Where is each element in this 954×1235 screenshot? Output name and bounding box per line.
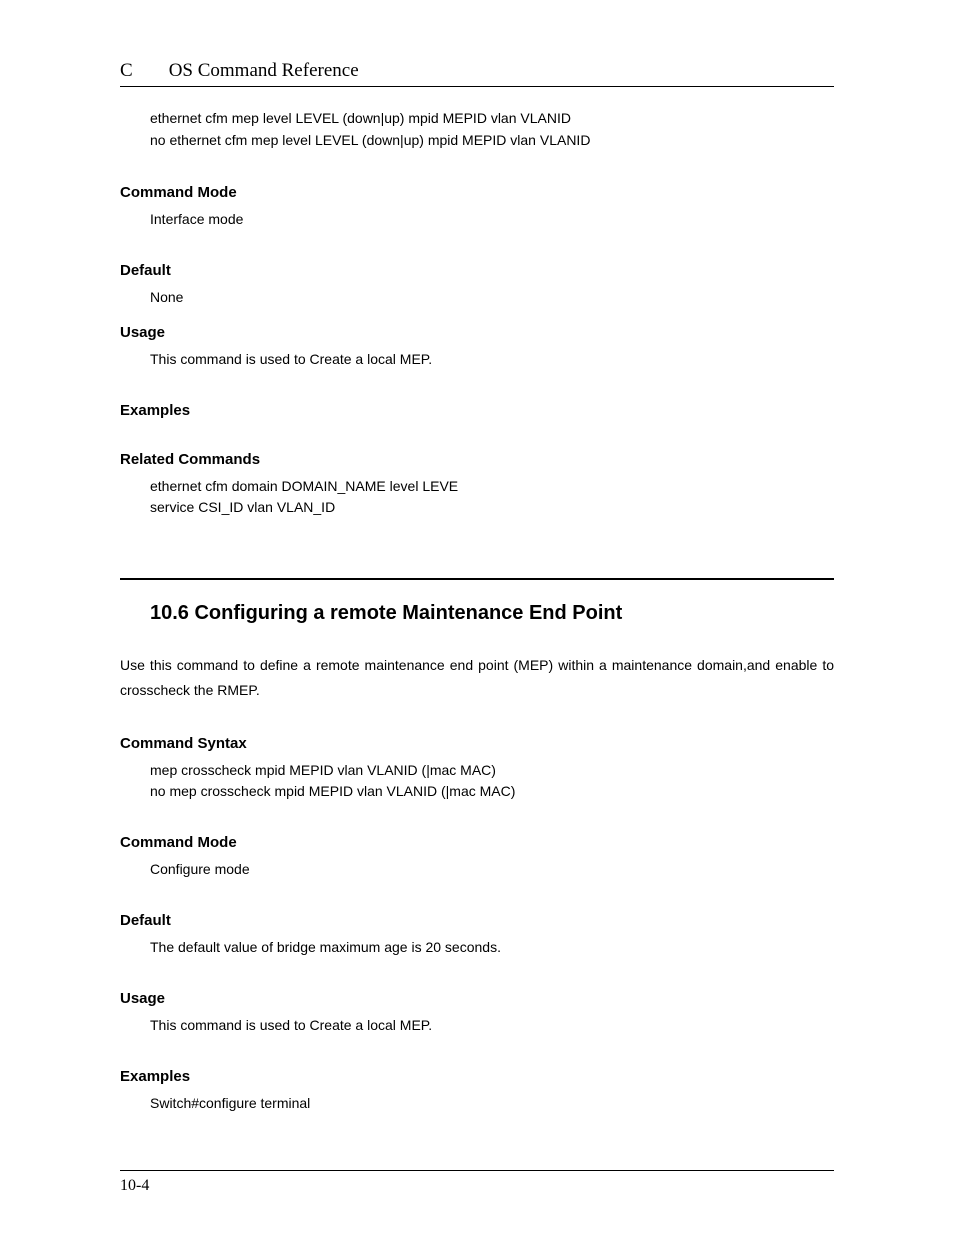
heading-usage: Usage [120,324,834,341]
code-line: ethernet cfm mep level LEVEL (down|up) m… [150,107,834,129]
example-line: Switch#configure terminal [150,1093,834,1114]
heading-default: Default [120,912,834,929]
header-letter: C [120,60,133,82]
code-line: no ethernet cfm mep level LEVEL (down|up… [150,129,834,151]
heading-command-mode: Command Mode [120,834,834,851]
page: C OS Command Reference ethernet cfm mep … [0,0,954,1235]
heading-command-syntax: Command Syntax [120,735,834,752]
syntax-line: no mep crosscheck mpid MEPID vlan VLANID… [150,781,834,802]
page-header: C OS Command Reference [120,60,834,87]
heading-default: Default [120,262,834,279]
text-command-mode: Configure mode [150,859,834,880]
heading-examples: Examples [120,1068,834,1085]
chapter-heading: 10.6 Configuring a remote Maintenance En… [150,602,834,625]
text-default: None [150,287,834,308]
heading-command-mode: Command Mode [120,184,834,201]
related-line: service CSI_ID vlan VLAN_ID [150,497,834,518]
related-line: ethernet cfm domain DOMAIN_NAME level LE… [150,476,834,497]
heading-usage: Usage [120,990,834,1007]
text-usage: This command is used to Create a local M… [150,349,834,370]
text-usage: This command is used to Create a local M… [150,1015,834,1036]
header-title: OS Command Reference [169,60,359,82]
heading-examples: Examples [120,402,834,419]
text-command-mode: Interface mode [150,209,834,230]
text-default: The default value of bridge maximum age … [150,937,834,958]
heading-related-commands: Related Commands [120,451,834,468]
page-number: 10-4 [120,1177,149,1194]
page-footer: 10-4 [120,1170,834,1195]
syntax-line: mep crosscheck mpid MEPID vlan VLANID (|… [150,760,834,781]
intro-paragraph: Use this command to define a remote main… [120,653,834,703]
section-divider [120,578,834,580]
